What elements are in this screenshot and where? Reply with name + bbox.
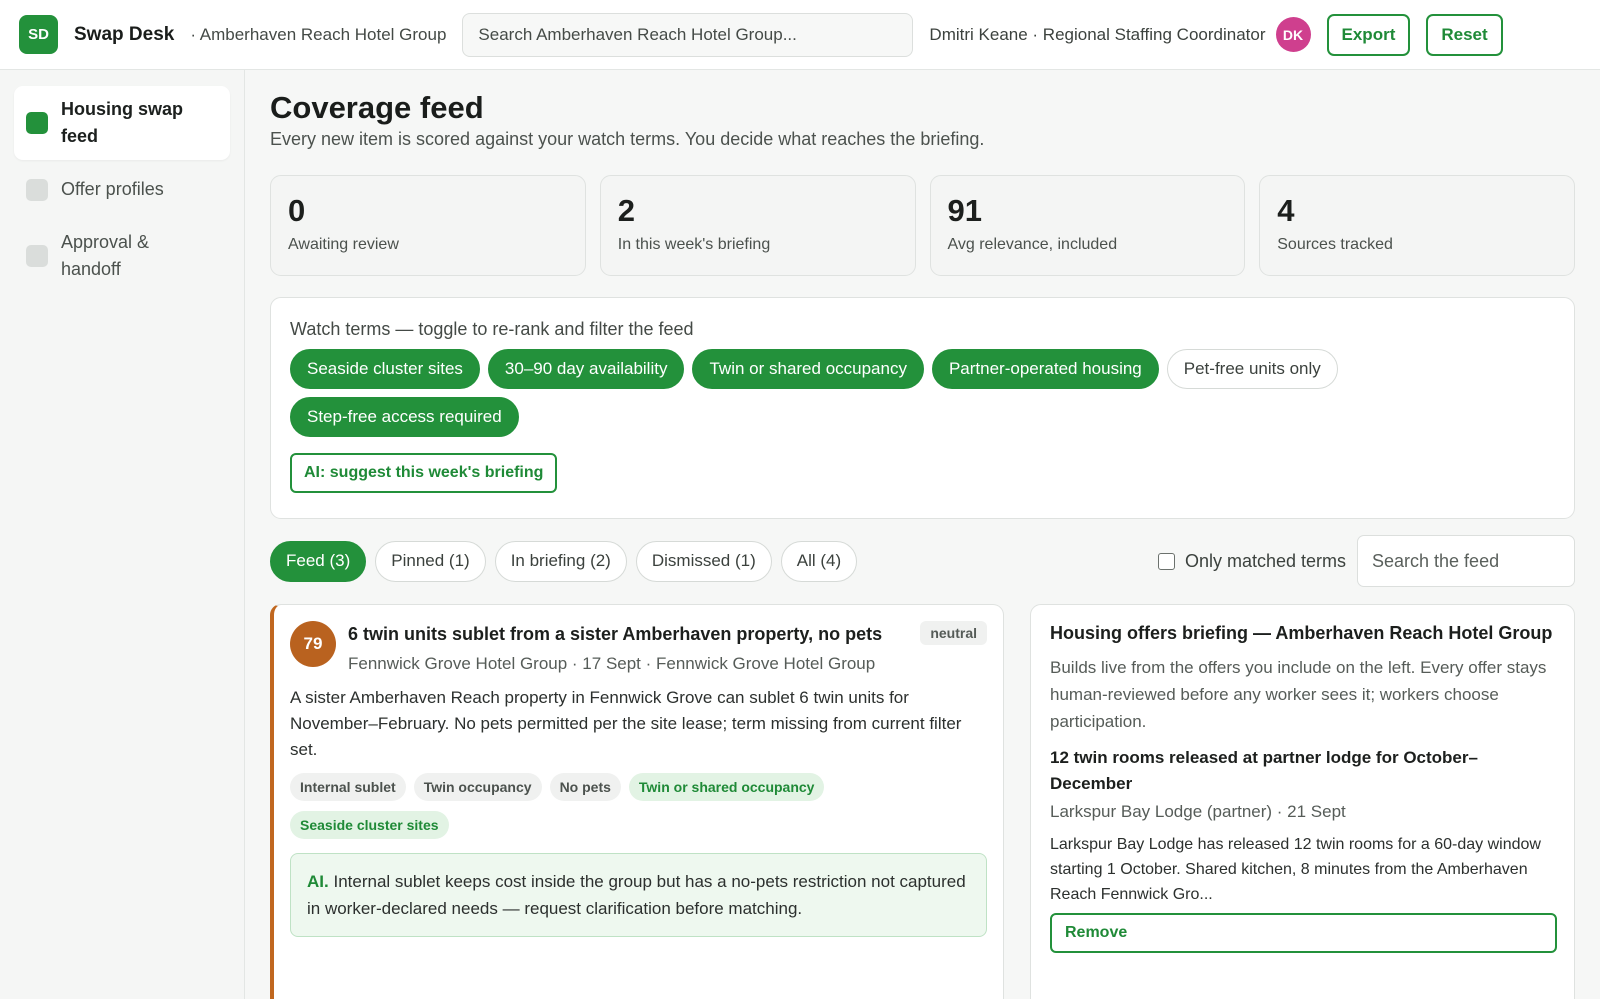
card-body: A sister Amberhaven Reach property in Fe… [290, 688, 962, 759]
app-logo: SD [19, 15, 58, 54]
only-matched-checkbox[interactable] [1157, 552, 1175, 570]
term-chip-twin-shared-occupancy[interactable]: Twin or shared occupancy [692, 349, 924, 389]
reset-button[interactable]: Reset [1426, 13, 1503, 56]
tag: Internal sublet [290, 773, 406, 801]
card-tags: Internal sublet Twin occupancy No pets T… [290, 773, 987, 839]
page-title: Coverage feed [270, 90, 484, 125]
stat-label: In this week's briefing [617, 236, 771, 253]
ai-note-label: AI. [307, 872, 329, 891]
tab-pinned[interactable]: Pinned (1) [375, 540, 486, 582]
watch-terms-list: Seaside cluster sites 30–90 day availabi… [290, 349, 1470, 437]
briefing-item-body: Larkspur Bay Lodge has released 12 twin … [1050, 836, 1541, 903]
org-name: · Amberhaven Reach Hotel Group [190, 24, 447, 44]
stat-value: 2 [617, 193, 635, 228]
sidebar-item-label: Offer profiles [61, 179, 164, 199]
only-matched-label[interactable]: Only matched terms [1185, 551, 1346, 572]
term-chip-30-90-day-availability[interactable]: 30–90 day availability [487, 349, 685, 389]
card-title[interactable]: 6 twin units sublet from a sister Amberh… [348, 621, 888, 647]
ai-note-text: Internal sublet keeps cost inside the gr… [307, 872, 966, 918]
main-content: Coverage feed Every new item is scored a… [270, 70, 1575, 999]
tab-all[interactable]: All (4) [780, 540, 858, 582]
tab-in-briefing[interactable]: In briefing (2) [494, 540, 627, 582]
ai-note: AI. Internal sublet keeps cost inside th… [290, 853, 987, 937]
page-subtitle: Every new item is scored against your wa… [270, 129, 985, 149]
stat-value: 91 [947, 193, 982, 228]
app-name: Swap Desk [74, 23, 175, 45]
term-chip-pet-free-units[interactable]: Pet-free units only [1166, 349, 1338, 389]
feed-card[interactable]: 79 6 twin units sublet from a sister Amb… [270, 604, 1004, 999]
term-chip-step-free-access[interactable]: Step-free access required [290, 397, 519, 437]
sidebar-item-label: Housing swap feed [61, 99, 184, 146]
term-chip-seaside-cluster-sites[interactable]: Seaside cluster sites [290, 349, 480, 389]
sidebar-item-offer-profiles[interactable]: Offer profiles [14, 166, 230, 213]
nav-square-icon [26, 112, 48, 134]
tab-feed[interactable]: Feed (3) [270, 540, 367, 582]
stat-label: Avg relevance, included [947, 236, 1118, 253]
sentiment-badge: neutral [920, 621, 987, 645]
tag: Twin occupancy [413, 773, 542, 801]
sidebar: Housing swap feed Offer profiles Approva… [0, 70, 245, 999]
briefing-item-title: 12 twin rooms released at partner lodge … [1050, 748, 1478, 793]
relevance-score-badge: 79 [290, 621, 336, 667]
card-title-block: 6 twin units sublet from a sister Amberh… [348, 621, 888, 677]
feed-filters: Only matched terms Search the feed [1157, 535, 1575, 587]
export-button[interactable]: Export [1326, 13, 1411, 56]
stat-card-sources-tracked: 4 Sources tracked [1259, 175, 1575, 276]
briefing-description: Builds live from the offers you include … [1050, 658, 1547, 731]
briefing-item-meta: Larkspur Bay Lodge (partner) · 21 Sept [1050, 802, 1346, 821]
ai-suggest-briefing-button[interactable]: AI: suggest this week's briefing [290, 453, 558, 493]
stat-card-awaiting-review: 0 Awaiting review [270, 175, 586, 276]
stat-label: Sources tracked [1277, 236, 1393, 253]
tag: No pets [549, 773, 621, 801]
sidebar-item-housing-swap-feed[interactable]: Housing swap feed [14, 86, 230, 160]
remove-from-briefing-button[interactable]: Remove [1050, 913, 1557, 953]
tab-dismissed[interactable]: Dismissed (1) [635, 540, 772, 582]
stat-card-in-briefing: 2 In this week's briefing [599, 175, 916, 276]
card-meta: Fennwick Grove Hotel Group · 17 Sept · F… [348, 654, 876, 673]
user-name: Dmitri Keane · Regional Staffing Coordin… [929, 24, 1266, 44]
matched-term-tag: Seaside cluster sites [290, 811, 449, 839]
stat-card-avg-relevance: 91 Avg relevance, included [929, 175, 1246, 276]
watch-terms-panel: Watch terms — toggle to re-rank and filt… [270, 297, 1575, 519]
stats-row: 0 Awaiting review 2 In this week's brief… [270, 175, 1575, 276]
sidebar-item-label: Approval & handoff [61, 232, 150, 279]
watch-terms-title: Watch terms — toggle to re-rank and filt… [290, 319, 694, 339]
global-search-input[interactable] [462, 12, 914, 57]
feed-tabs-row: Feed (3) Pinned (1) In briefing (2) Dism… [270, 535, 1575, 587]
nav-square-icon [26, 245, 48, 267]
stat-value: 0 [288, 193, 306, 228]
briefing-panel: Housing offers briefing — Amberhaven Rea… [1030, 604, 1575, 999]
nav-square-icon [26, 178, 48, 201]
avatar[interactable]: DK [1275, 17, 1311, 52]
stat-value: 4 [1277, 193, 1295, 228]
top-bar: SD Swap Desk · Amberhaven Reach Hotel Gr… [0, 0, 1600, 70]
stat-label: Awaiting review [288, 236, 399, 253]
feed-search-input[interactable]: Search the feed [1357, 535, 1575, 587]
matched-term-tag: Twin or shared occupancy [628, 773, 825, 801]
card-header: 79 6 twin units sublet from a sister Amb… [290, 621, 987, 677]
term-chip-partner-operated-housing[interactable]: Partner-operated housing [931, 349, 1159, 389]
sidebar-item-approval-handoff[interactable]: Approval & handoff [14, 219, 230, 293]
briefing-title: Housing offers briefing — Amberhaven Rea… [1050, 623, 1553, 643]
